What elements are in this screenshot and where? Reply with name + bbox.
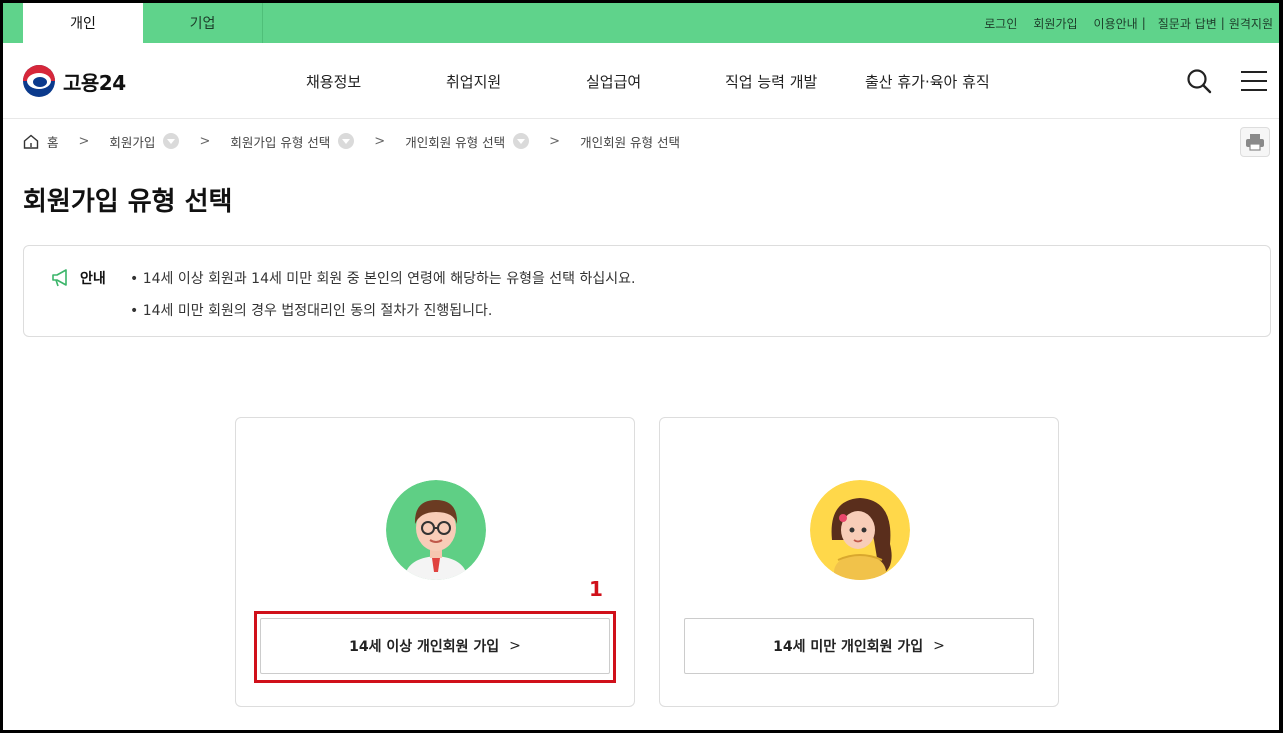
nav-vocational-training[interactable]: 직업 능력 개발 — [725, 71, 817, 92]
top-bar: 개인 기업 로그인 회원가입 이용안내 | 질문과 답변 | 원격지원 — [3, 3, 1279, 43]
chevron-right-icon: > — [374, 133, 386, 149]
login-link[interactable]: 로그인 — [984, 15, 1017, 32]
annotation-highlight-box — [254, 611, 616, 683]
print-button[interactable] — [1240, 127, 1270, 157]
header: 고용24 채용정보 취업지원 실업급여 직업 능력 개발 출산 휴가·육아 휴직 — [3, 43, 1279, 119]
tab-business[interactable]: 기업 — [143, 3, 263, 43]
taegeuk-logo-icon — [23, 65, 55, 97]
notice-title: 안내 — [80, 271, 106, 287]
page-title: 회원가입 유형 선택 — [23, 187, 233, 217]
dropdown-icon[interactable] — [513, 133, 530, 149]
signup-under-14-button[interactable]: 14세 미만 개인회원 가입 > — [684, 618, 1034, 674]
qna-link[interactable]: 질문과 답변 — [1158, 15, 1217, 32]
tab-personal[interactable]: 개인 — [23, 3, 143, 43]
megaphone-icon — [52, 269, 67, 287]
breadcrumb-signup-type[interactable]: 회원가입 유형 선택 — [230, 132, 355, 151]
nav-employment-support[interactable]: 취업지원 — [446, 71, 501, 92]
chevron-right-icon: > — [933, 638, 945, 654]
breadcrumb-personal-type[interactable]: 개인회원 유형 선택 — [405, 132, 530, 151]
home-icon — [23, 134, 39, 149]
separator: | — [1141, 16, 1146, 30]
nav-parental-leave[interactable]: 출산 휴가·육아 휴직 — [865, 71, 990, 92]
notice-item: 14세 이상 회원과 14세 미만 회원 중 본인의 연령에 해당하는 유형을 … — [130, 268, 636, 300]
remote-support-link[interactable]: 원격지원 — [1229, 15, 1273, 32]
search-icon[interactable] — [1186, 68, 1212, 94]
chevron-right-icon: > — [78, 133, 90, 149]
guide-link[interactable]: 이용안내 — [1094, 15, 1138, 32]
card-under-14: 14세 미만 개인회원 가입 > — [659, 417, 1059, 707]
annotation-number: 1 — [589, 577, 603, 601]
chevron-right-icon: > — [549, 133, 561, 149]
logo-text: 고용24 — [63, 70, 126, 95]
utility-links: 로그인 회원가입 이용안내 | 질문과 답변 | 원격지원 — [968, 3, 1273, 43]
breadcrumb-home[interactable]: 홈 — [23, 132, 59, 151]
breadcrumb-signup[interactable]: 회원가입 — [109, 132, 180, 151]
nav-jobs[interactable]: 채용정보 — [306, 71, 361, 92]
notice-list: 14세 이상 회원과 14세 미만 회원 중 본인의 연령에 해당하는 유형을 … — [130, 268, 636, 332]
notice-box: 안내 14세 이상 회원과 14세 미만 회원 중 본인의 연령에 해당하는 유… — [23, 245, 1271, 337]
chevron-right-icon: > — [199, 133, 211, 149]
breadcrumb: 홈 > 회원가입 > 회원가입 유형 선택 > 개인회원 유형 선택 > 개인회… — [23, 131, 680, 151]
menu-icon[interactable] — [1241, 71, 1267, 91]
page: 개인 기업 로그인 회원가입 이용안내 | 질문과 답변 | 원격지원 고용24… — [3, 3, 1279, 730]
adult-avatar-icon — [386, 480, 486, 580]
separator: | — [1220, 16, 1225, 30]
dropdown-icon[interactable] — [163, 133, 180, 149]
notice-item: 14세 미만 회원의 경우 법정대리인 동의 절차가 진행됩니다. — [130, 300, 635, 332]
breadcrumb-current: 개인회원 유형 선택 — [580, 134, 681, 150]
logo[interactable]: 고용24 — [23, 65, 126, 97]
signup-link[interactable]: 회원가입 — [1033, 15, 1077, 32]
nav-unemployment-benefit[interactable]: 실업급여 — [586, 71, 641, 92]
printer-icon — [1246, 134, 1264, 151]
child-avatar-icon — [810, 480, 910, 580]
dropdown-icon[interactable] — [338, 133, 355, 149]
